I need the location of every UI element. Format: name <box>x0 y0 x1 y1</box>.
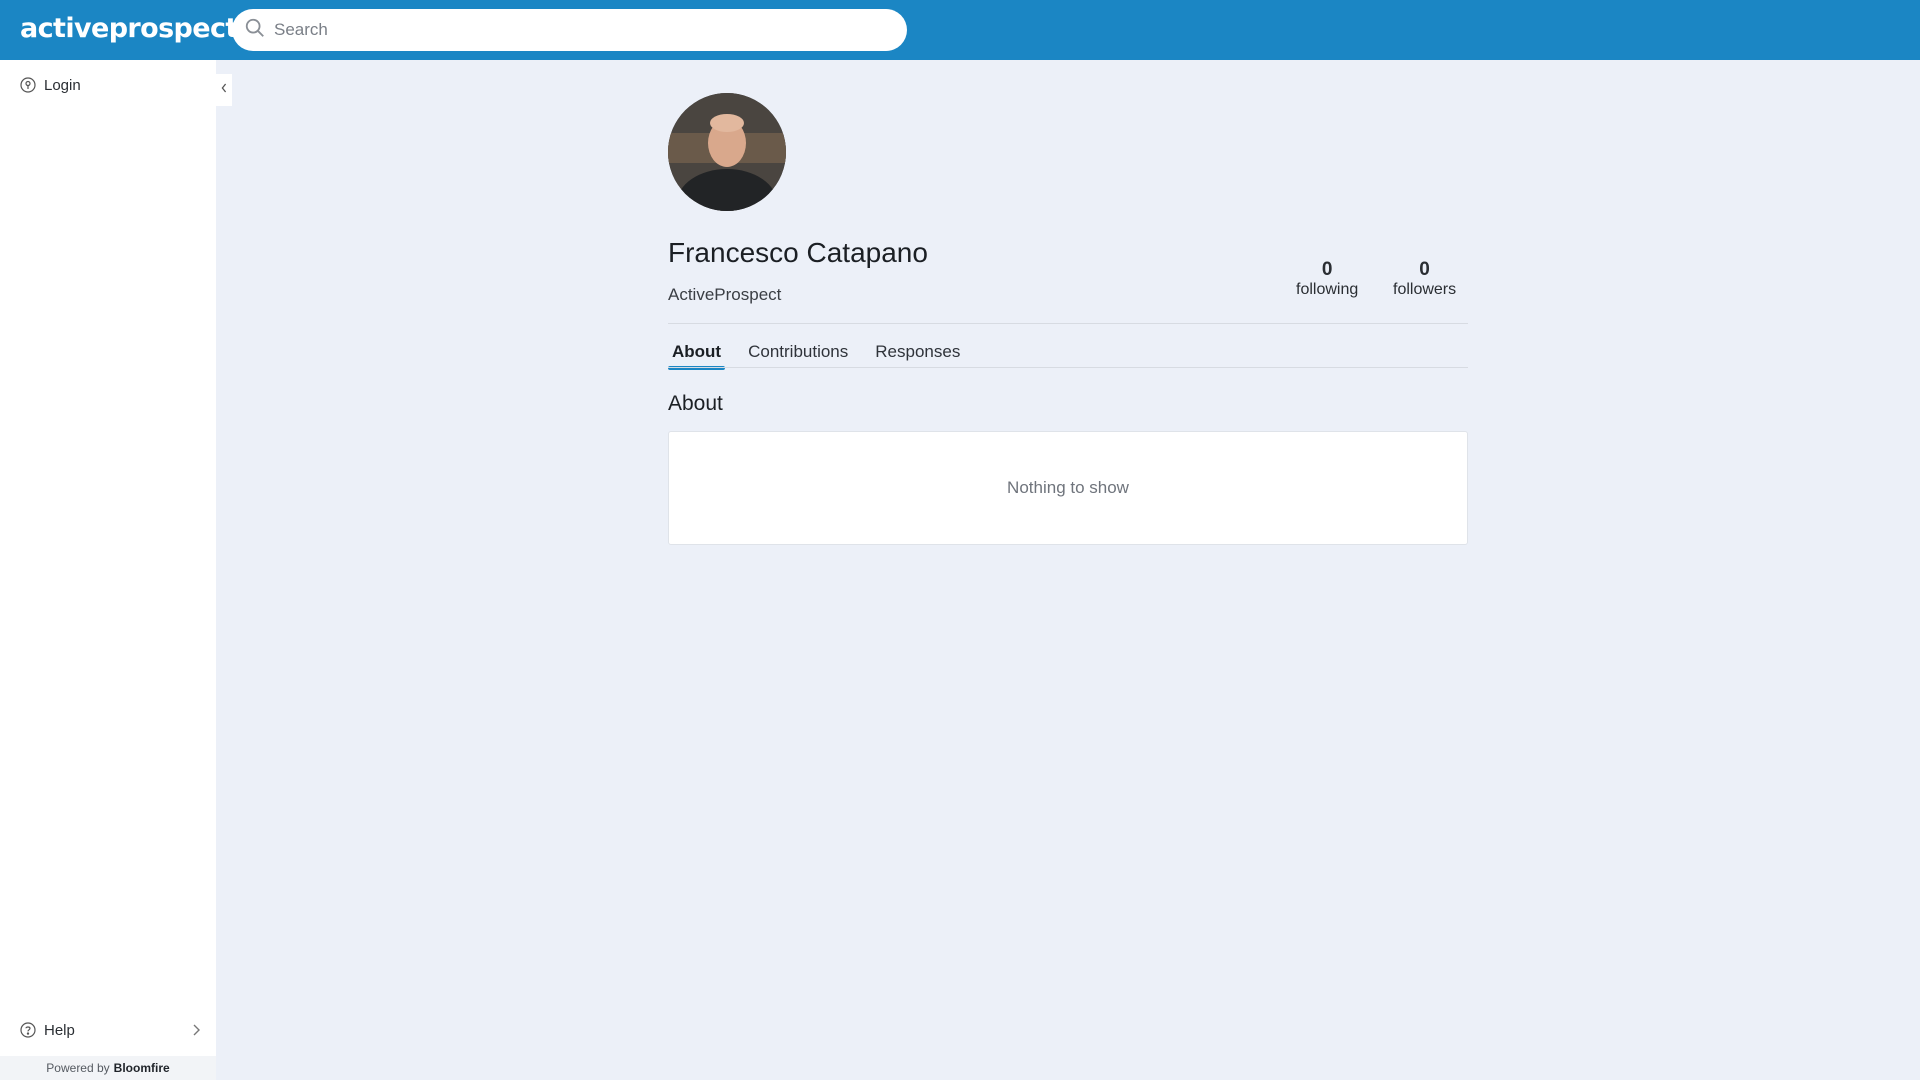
followers-count: 0 <box>1419 259 1430 280</box>
search-icon <box>244 17 266 44</box>
powered-by-brand[interactable]: Bloomfire <box>114 1061 170 1075</box>
section-title: About <box>668 392 723 415</box>
profile-organization: ActiveProspect <box>668 285 782 304</box>
empty-state-message: Nothing to show <box>1007 478 1129 497</box>
tab-contributions[interactable]: Contributions <box>744 342 852 368</box>
profile-divider <box>668 323 1468 324</box>
following-stat[interactable]: 0 following <box>1296 260 1358 300</box>
following-label: following <box>1296 281 1359 298</box>
followers-label: followers <box>1393 281 1457 298</box>
following-count: 0 <box>1321 259 1333 280</box>
powered-by-prefix: Powered by <box>46 1061 110 1075</box>
profile-tabs: About Contributions Responses <box>668 342 983 370</box>
profile-name: Francesco Catapano <box>668 237 928 268</box>
sidebar-item-login[interactable]: Login <box>0 68 216 102</box>
sidebar-item-help[interactable]: Help <box>0 1013 216 1047</box>
login-icon <box>20 77 36 93</box>
followers-stat[interactable]: 0 followers <box>1393 260 1456 300</box>
avatar <box>668 93 786 211</box>
brand-logo[interactable]: activeprospect <box>20 13 238 44</box>
top-bar: activeprospect <box>0 0 1920 60</box>
collapse-sidebar-button[interactable] <box>216 74 232 106</box>
sidebar: Login Help Powered by Bloomfire <box>0 60 216 1080</box>
search-input[interactable] <box>274 20 874 40</box>
help-icon <box>20 1022 36 1038</box>
sidebar-item-label: Help <box>44 1021 75 1039</box>
sidebar-item-label: Login <box>44 76 81 94</box>
about-card: Nothing to show <box>668 431 1468 545</box>
tab-about[interactable]: About <box>668 342 726 370</box>
tabs-divider <box>668 367 1468 368</box>
chevron-left-icon <box>220 81 228 99</box>
powered-by-footer: Powered by Bloomfire <box>0 1056 216 1080</box>
tab-responses[interactable]: Responses <box>871 342 964 368</box>
search-box[interactable] <box>232 9 907 51</box>
chevron-right-icon <box>190 1023 202 1037</box>
